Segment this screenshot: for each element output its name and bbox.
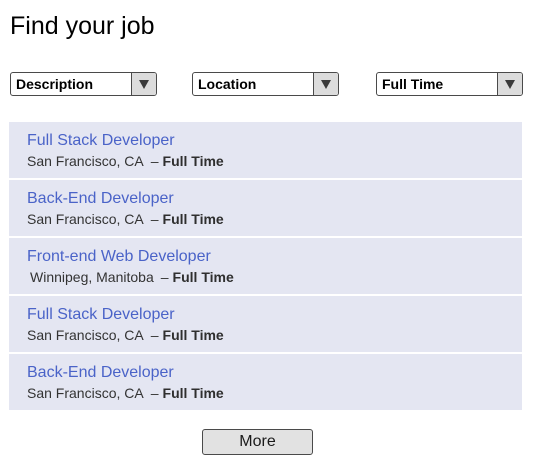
job-location: Winnipeg, Manitoba <box>30 269 154 285</box>
chevron-down-icon[interactable] <box>131 73 156 95</box>
job-meta: Winnipeg, Manitoba – Full Time <box>27 268 234 286</box>
job-list-item[interactable]: Front-end Web Developer Winnipeg, Manito… <box>9 238 522 294</box>
job-type-select-value: Full Time <box>382 76 444 92</box>
job-title-link[interactable]: Back-End Developer <box>27 189 174 209</box>
job-title-link[interactable]: Front-end Web Developer <box>27 247 211 267</box>
job-type: Full Time <box>162 211 224 227</box>
job-meta: San Francisco, CA – Full Time <box>27 384 224 402</box>
job-title-link[interactable]: Full Stack Developer <box>27 131 175 151</box>
job-separator: – <box>150 153 159 169</box>
location-select[interactable]: Location <box>192 72 339 96</box>
job-type-select[interactable]: Full Time <box>376 72 523 96</box>
page-title: Find your job <box>10 12 155 40</box>
job-title-link[interactable]: Back-End Developer <box>27 363 174 383</box>
job-separator: – <box>160 269 169 285</box>
job-type: Full Time <box>172 269 234 285</box>
chevron-down-icon[interactable] <box>313 73 338 95</box>
description-select[interactable]: Description <box>10 72 157 96</box>
job-list-item[interactable]: Full Stack Developer San Francisco, CA – F… <box>9 122 522 178</box>
job-meta: San Francisco, CA – Full Time <box>27 152 224 170</box>
location-select-value: Location <box>198 76 257 92</box>
job-meta: San Francisco, CA – Full Time <box>27 210 224 228</box>
job-list: Full Stack Developer San Francisco, CA – F… <box>9 122 522 410</box>
job-list-item[interactable]: Back-End Developer San Francisco, CA – Ful… <box>9 354 522 410</box>
job-location: San Francisco, CA <box>27 385 144 401</box>
job-type: Full Time <box>162 327 224 343</box>
job-location: San Francisco, CA <box>27 327 144 343</box>
job-separator: – <box>150 385 159 401</box>
job-list-item[interactable]: Full Stack Developer San Francisco, CA – F… <box>9 296 522 352</box>
job-location: San Francisco, CA <box>27 211 144 227</box>
chevron-down-icon[interactable] <box>497 73 522 95</box>
more-button[interactable]: More <box>202 429 313 455</box>
job-title-link[interactable]: Full Stack Developer <box>27 305 175 325</box>
job-meta: San Francisco, CA – Full Time <box>27 326 224 344</box>
job-separator: – <box>150 211 159 227</box>
job-type: Full Time <box>162 385 224 401</box>
description-select-value: Description <box>16 76 94 92</box>
job-list-item[interactable]: Back-End Developer San Francisco, CA – Ful… <box>9 180 522 236</box>
job-separator: – <box>150 327 159 343</box>
job-location: San Francisco, CA <box>27 153 144 169</box>
job-type: Full Time <box>162 153 224 169</box>
